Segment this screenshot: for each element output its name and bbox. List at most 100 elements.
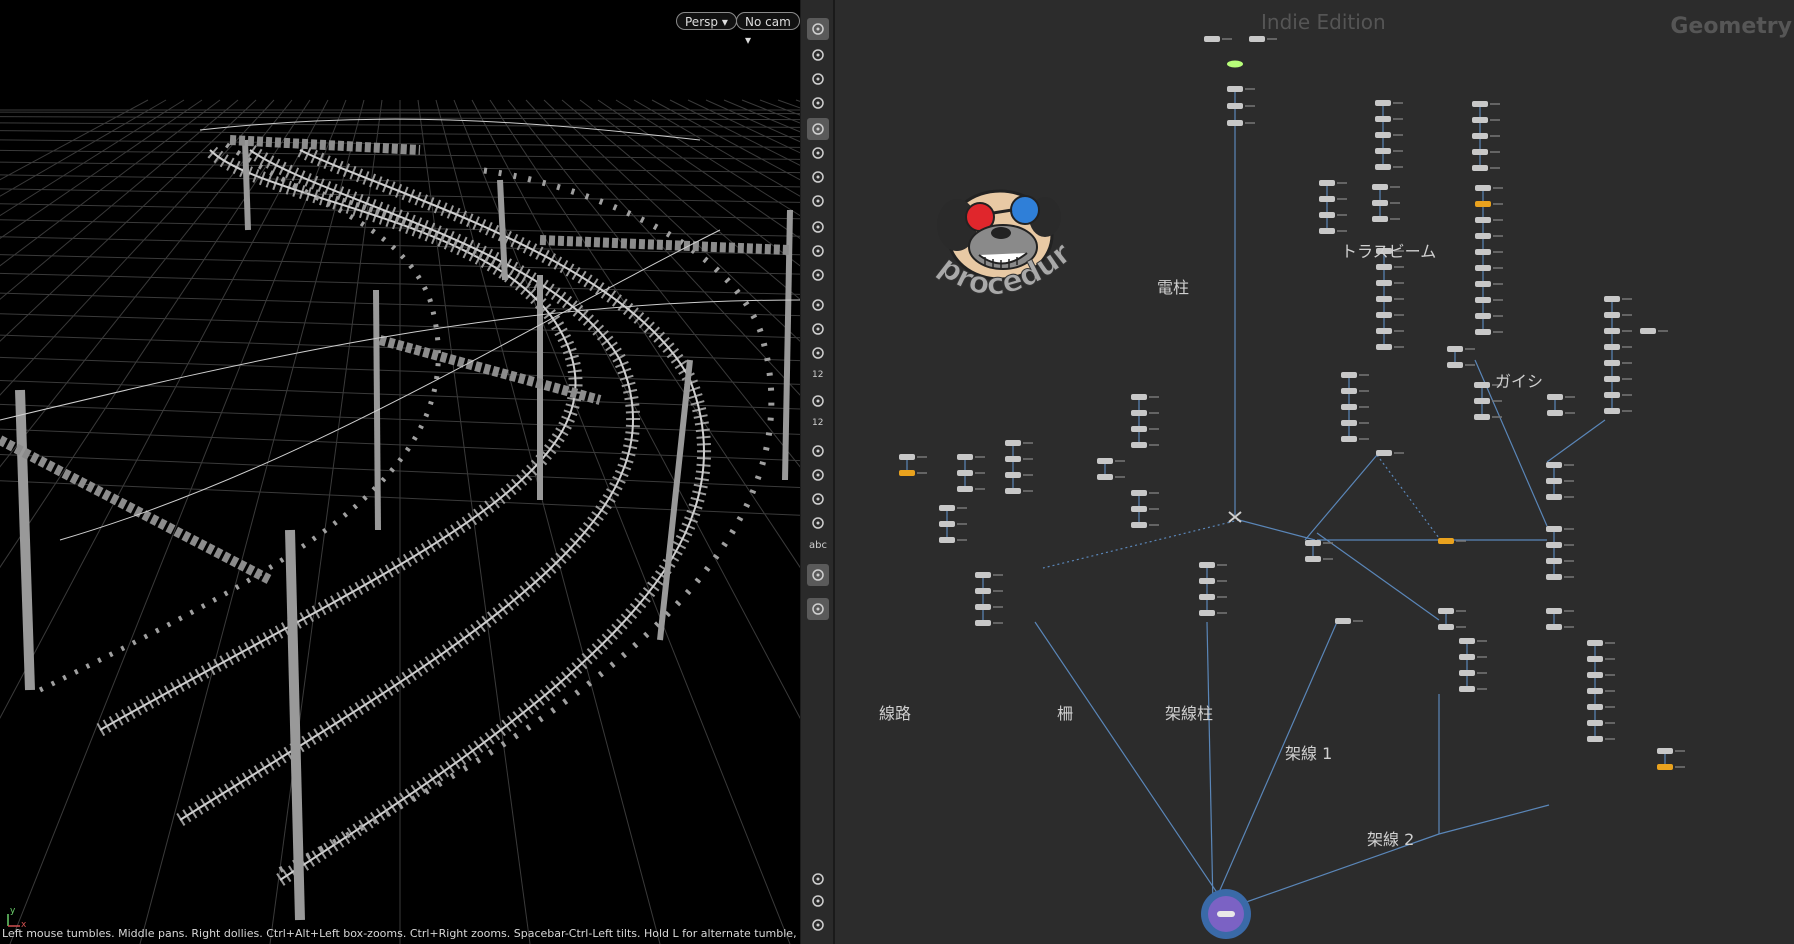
sop-node: [1475, 313, 1491, 319]
sop-node: [1227, 103, 1243, 109]
camera-menu-button[interactable]: No cam ▾: [736, 12, 800, 47]
sop-node: [1319, 228, 1335, 234]
info-icon[interactable]: [807, 868, 829, 890]
sop-node: [1640, 328, 1656, 334]
sop-node: [1372, 184, 1388, 190]
sop-node: [1587, 672, 1603, 678]
bulb-icon[interactable]: [807, 166, 829, 188]
sop-node: [1459, 686, 1475, 692]
sop-node: [1335, 618, 1351, 624]
view-icon[interactable]: [807, 118, 829, 140]
viewport-toolstrip: 12 12 abc: [800, 0, 834, 944]
camera-icon[interactable]: [807, 240, 829, 262]
sop-node: [1097, 458, 1113, 464]
sop-node: [1199, 594, 1215, 600]
sop-node: [1005, 472, 1021, 478]
sop-node: [1204, 36, 1220, 42]
sop-node: [1375, 164, 1391, 170]
paint-icon[interactable]: 12: [807, 414, 829, 436]
sop-node: [1319, 212, 1335, 218]
sop-node: [1199, 578, 1215, 584]
tiles-icon[interactable]: [807, 890, 829, 912]
catenary-pole-2: [285, 529, 305, 921]
viewport-canvas[interactable]: [0, 0, 800, 944]
pin-icon[interactable]: [807, 598, 829, 620]
truss-beam-1: [0, 435, 273, 585]
sop-node: [1199, 562, 1215, 568]
text-icon[interactable]: abc: [807, 536, 829, 558]
sop-node: [1376, 296, 1392, 302]
sop-node: [1546, 624, 1562, 630]
sop-node: [1604, 344, 1620, 350]
sop-node: [1546, 462, 1562, 468]
camera2-icon[interactable]: [807, 264, 829, 286]
sop-node: [975, 588, 991, 594]
sop-node: [1475, 249, 1491, 255]
sop-node: [1376, 312, 1392, 318]
sop-node: [1604, 376, 1620, 382]
sop-node: [1587, 736, 1603, 742]
sop-node: [1604, 296, 1620, 302]
sop-node: [1131, 490, 1147, 496]
sop-node: [1447, 346, 1463, 352]
pen-icon[interactable]: [807, 318, 829, 340]
skull-icon[interactable]: [807, 190, 829, 212]
sop-node: [1227, 86, 1243, 92]
sop-node: [1447, 362, 1463, 368]
sop-node: [1546, 526, 1562, 532]
branch-icon[interactable]: [807, 488, 829, 510]
label-fence: 柵: [1057, 704, 1074, 723]
overhead-wire-3: [199, 118, 701, 141]
catenary-pole-7: [242, 139, 251, 231]
lock-icon[interactable]: [807, 68, 829, 90]
sop-node: [1587, 688, 1603, 694]
counter-a-label: 12: [812, 370, 824, 380]
sop-node: [1131, 394, 1147, 400]
measure-icon[interactable]: 12: [807, 366, 829, 388]
sop-node: [975, 604, 991, 610]
sop-node: [899, 454, 915, 460]
image-icon[interactable]: [807, 564, 829, 586]
network-canvas[interactable]: [835, 0, 1794, 944]
corner-icon[interactable]: [807, 440, 829, 462]
sop-node: [1459, 654, 1475, 660]
view-menu-button[interactable]: Persp ▾: [676, 12, 737, 30]
label-utility-pole: 電柱: [1157, 278, 1190, 297]
grid-icon[interactable]: [807, 464, 829, 486]
sop-node: [1131, 522, 1147, 528]
network-editor[interactable]: Indie Edition Geometry procedural 線路 柵 架…: [835, 0, 1794, 944]
sop-node: [939, 505, 955, 511]
context-watermark: Geometry: [1670, 14, 1792, 39]
ground-grid: [0, 99, 800, 944]
sop-node: [1375, 116, 1391, 122]
sop-node: [957, 470, 973, 476]
dropper-icon[interactable]: [807, 342, 829, 364]
axis-y-label: y: [10, 906, 16, 916]
sop-node: [1341, 436, 1357, 442]
snap-icon[interactable]: [807, 92, 829, 114]
sop-node: [1341, 404, 1357, 410]
node-graph: [899, 36, 1685, 939]
brush-icon[interactable]: [807, 390, 829, 412]
render-icon[interactable]: [807, 216, 829, 238]
sop-node: [1474, 382, 1490, 388]
sop-node: [1604, 392, 1620, 398]
sop-node: [1305, 540, 1321, 546]
sop-node: [1341, 420, 1357, 426]
output-wire-2: [1206, 621, 1214, 907]
sop-node: [1375, 148, 1391, 154]
sop-node: [1657, 764, 1673, 770]
scene-viewport[interactable]: Persp ▾ No cam ▾ y x Left mouse tumbles.…: [0, 0, 800, 944]
sop-node: [1472, 117, 1488, 123]
output-node-body: [1217, 911, 1235, 917]
box-icon[interactable]: [807, 512, 829, 534]
sop-node: [1547, 394, 1563, 400]
eye-icon[interactable]: [807, 914, 829, 936]
point-icon[interactable]: [807, 294, 829, 316]
light-icon[interactable]: [807, 142, 829, 164]
move-icon[interactable]: [807, 44, 829, 66]
truss-beam-3: [539, 235, 791, 255]
sop-node: [1005, 440, 1021, 446]
sop-node: [1546, 608, 1562, 614]
select-icon[interactable]: [807, 18, 829, 40]
